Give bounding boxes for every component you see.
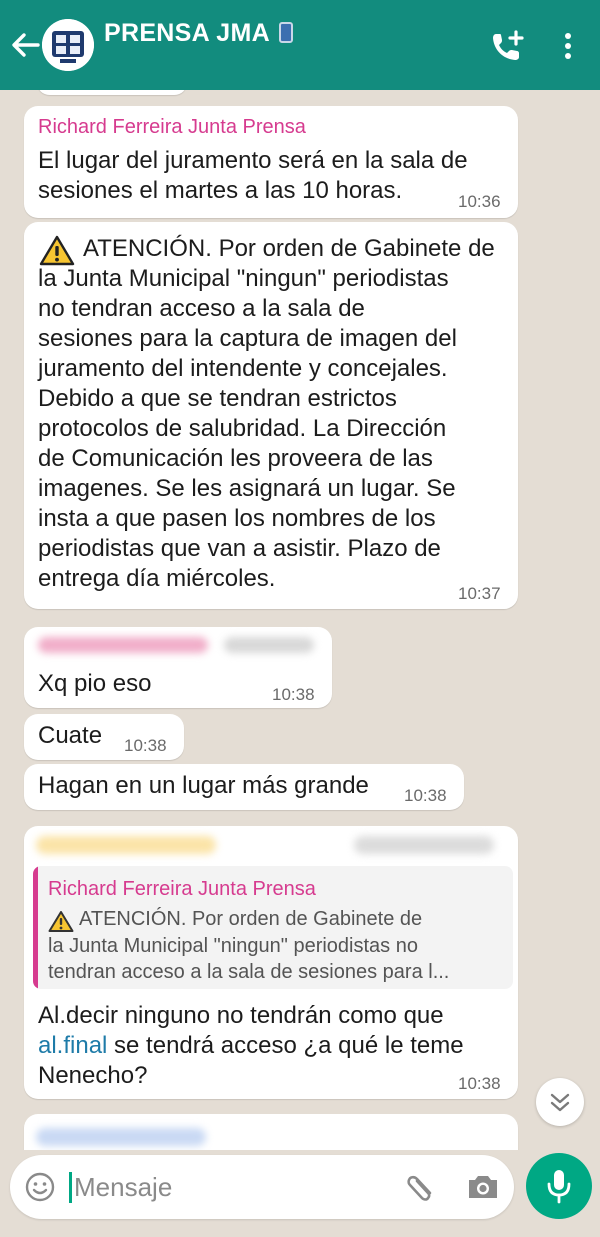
group-avatar[interactable] <box>42 19 94 71</box>
quote-accent-bar <box>33 866 38 989</box>
message-text: Xq pio eso <box>38 670 152 697</box>
message-input[interactable] <box>74 1167 374 1207</box>
message-text: ATENCIÓN. Por orden de Gabinete de la Ju… <box>38 235 495 592</box>
text-cursor <box>69 1172 72 1203</box>
message-link[interactable]: al.final <box>38 1032 107 1059</box>
phone-add-icon <box>493 30 524 60</box>
message-time: 10:37 <box>458 584 501 603</box>
message-bubble[interactable]: Cuate 10:38 <box>24 714 184 760</box>
phone-number-redacted <box>354 836 494 854</box>
voice-message-button[interactable] <box>526 1153 592 1219</box>
message-text: El lugar del juramento será en la sala d… <box>38 147 468 204</box>
message-bubble[interactable]: ATENCIÓN. Por orden de Gabinete de la Ju… <box>24 222 518 609</box>
sender-name: Richard Ferreira Junta Prensa <box>38 116 306 138</box>
more-options-button[interactable] <box>556 30 580 62</box>
message-text: Cuate <box>38 722 103 749</box>
crest-icon <box>42 19 94 71</box>
emoji-button[interactable] <box>24 1171 56 1203</box>
microphone-icon <box>547 1170 571 1204</box>
paperclip-icon <box>407 1175 432 1201</box>
message-time: 10:38 <box>458 1074 501 1093</box>
message-text: Hagan en un lugar más grande <box>38 772 369 799</box>
message-text-part: Al.decir ninguno no tendrán como que <box>38 1002 444 1029</box>
more-vertical-icon <box>565 33 571 59</box>
quoted-message[interactable]: Richard Ferreira Junta Prensa ATENCIÓN. … <box>33 866 513 989</box>
attach-button[interactable] <box>400 1169 440 1205</box>
add-call-button[interactable] <box>488 28 528 64</box>
arrow-left-icon <box>12 33 40 57</box>
message-time: 10:38 <box>272 685 315 704</box>
quoted-text: ATENCIÓN. Por orden de Gabinete de la Ju… <box>48 908 450 983</box>
message-bubble[interactable]: Hagan en un lugar más grande 10:38 <box>24 764 464 810</box>
chat-area[interactable]: Richard Ferreira Junta Prensa El lugar d… <box>0 90 600 1150</box>
phone-number-redacted <box>224 637 314 653</box>
message-composer <box>10 1155 514 1219</box>
camera-button[interactable] <box>465 1171 501 1203</box>
smiley-icon <box>25 1172 55 1202</box>
camera-icon <box>469 1176 497 1198</box>
message-time: 10:36 <box>458 192 501 211</box>
sender-name-redacted <box>36 1128 206 1146</box>
chat-header: PRENSA JMA <box>0 0 600 90</box>
message-text: Al.decir ninguno no tendrán como que al.… <box>38 1001 508 1091</box>
message-time: 10:38 <box>404 786 447 805</box>
back-button[interactable] <box>8 27 42 63</box>
double-chevron-down-icon <box>550 1093 570 1112</box>
sender-name-redacted <box>36 836 216 854</box>
chat-title[interactable]: PRENSA JMA <box>104 19 293 48</box>
mobile-phone-emoji-icon <box>279 22 293 43</box>
message-bubble[interactable]: Richard Ferreira Junta Prensa ATENCIÓN. … <box>24 826 518 1099</box>
chat-title-text: PRENSA JMA <box>104 19 270 47</box>
message-bubble-partial[interactable] <box>24 1114 518 1150</box>
scroll-to-bottom-button[interactable] <box>536 1078 584 1126</box>
message-time: 10:38 <box>124 736 167 755</box>
message-bubble-partial[interactable] <box>37 90 187 95</box>
quoted-sender-name: Richard Ferreira Junta Prensa <box>48 878 316 900</box>
message-bubble[interactable]: Richard Ferreira Junta Prensa El lugar d… <box>24 106 518 218</box>
sender-name-redacted <box>38 637 208 653</box>
message-bubble[interactable]: Xq pio eso 10:38 <box>24 627 332 708</box>
